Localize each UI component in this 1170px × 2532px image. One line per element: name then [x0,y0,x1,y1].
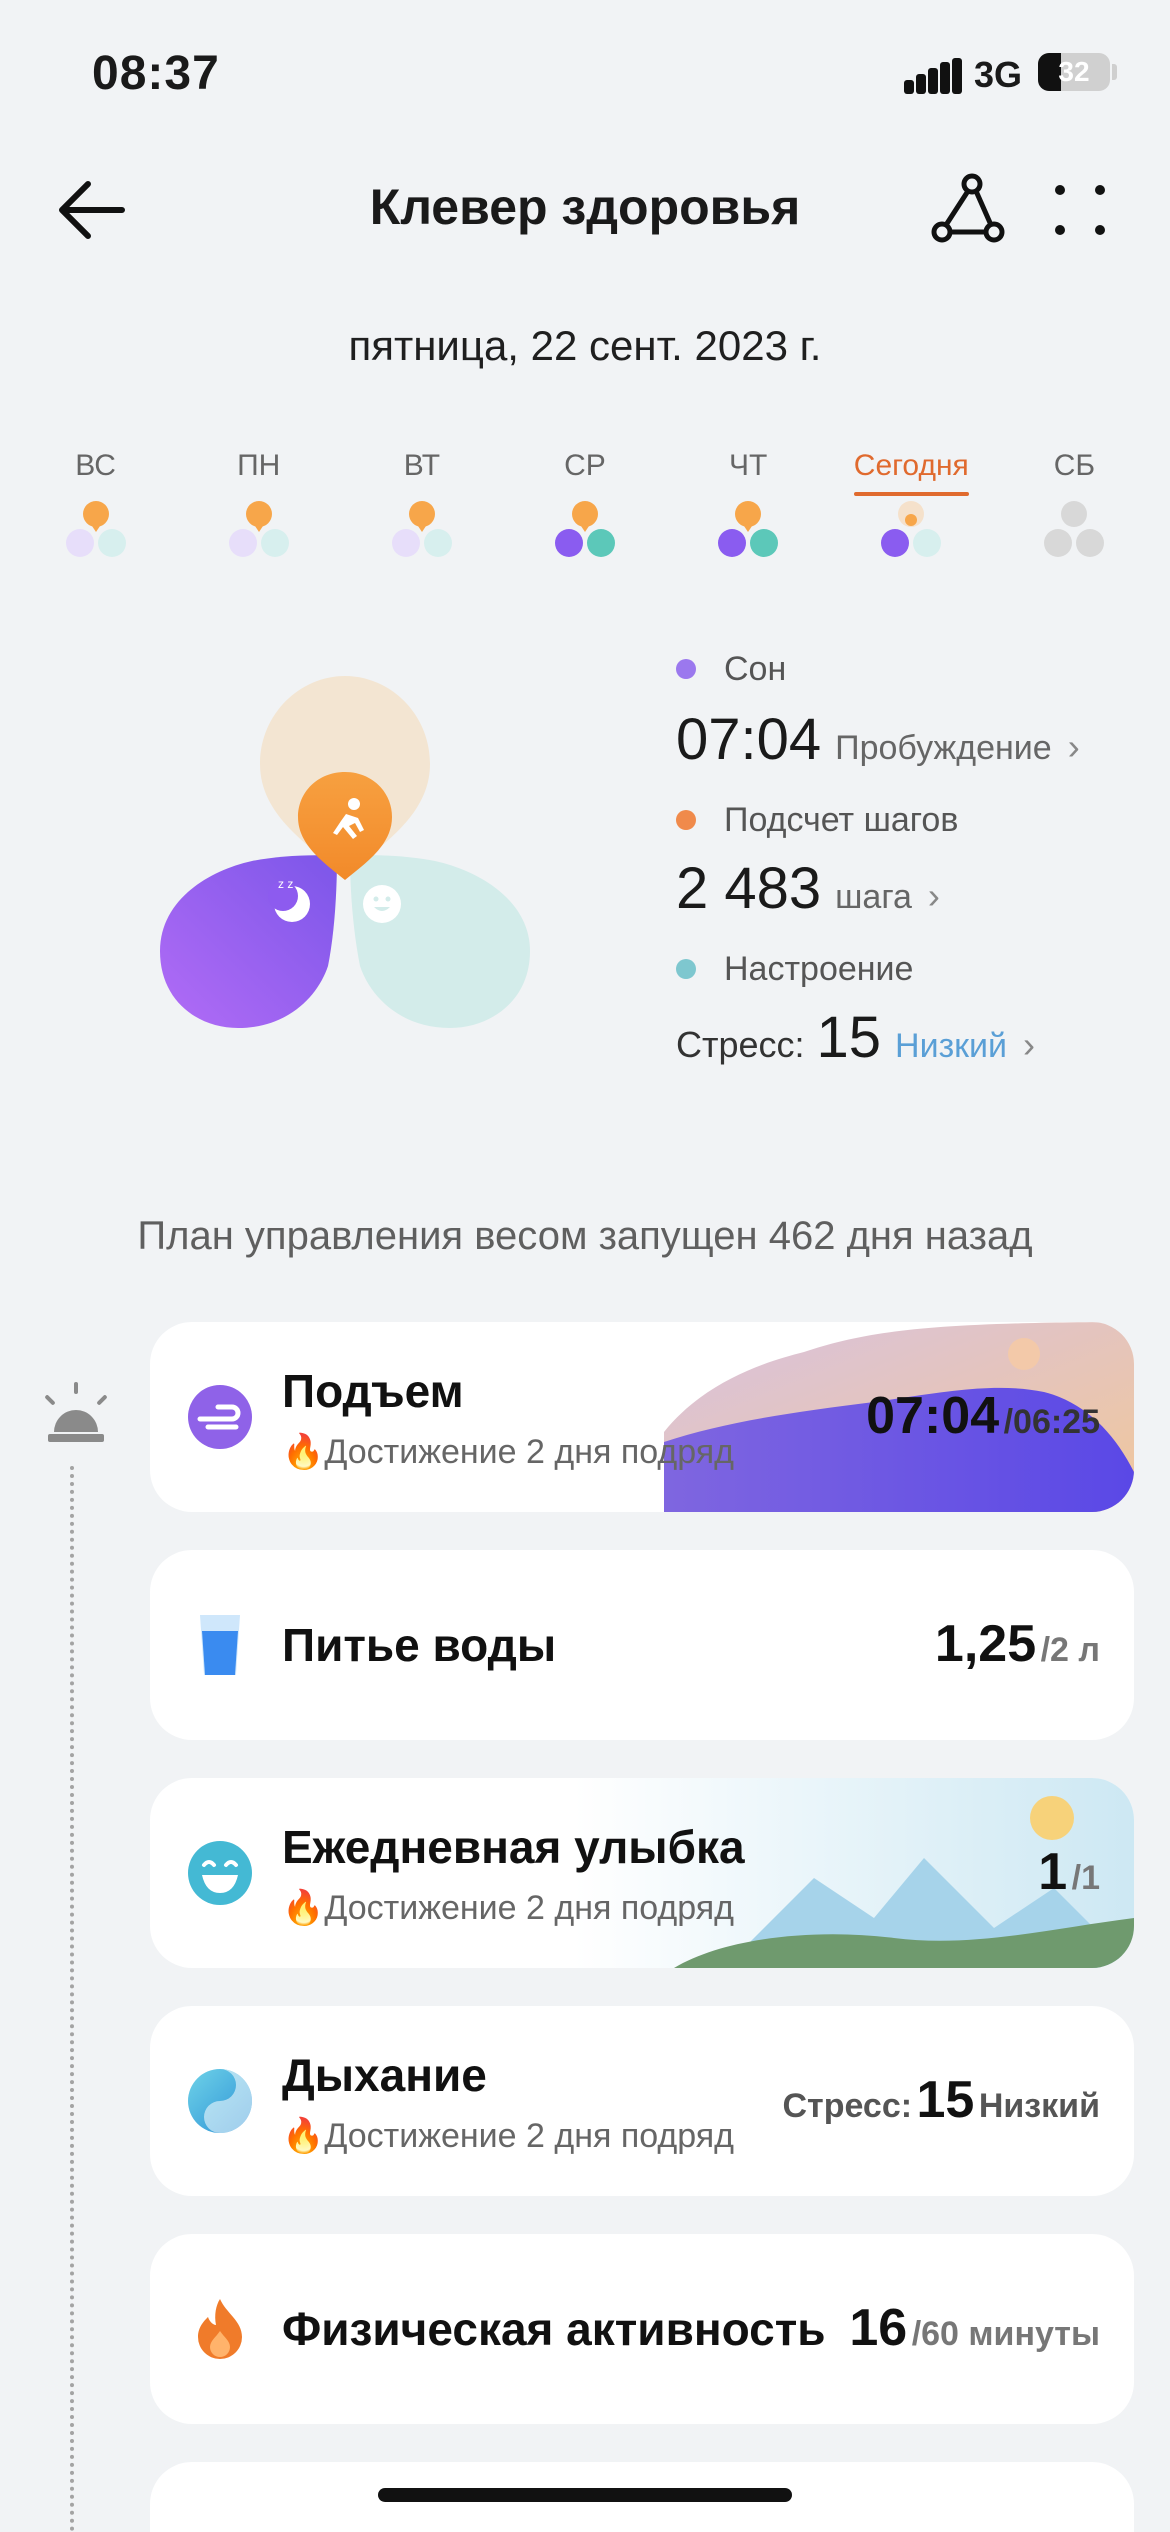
chevron-right-icon: › [927,875,940,916]
plan-info: План управления весом запущен 462 дня на… [137,1214,1033,1258]
mood-metric-header: Настроение [676,944,1146,994]
mini-clover-icon [718,501,779,557]
achievement-text: 🔥Достижение 2 дня подряд [282,1433,735,1471]
stress-value: 15 [816,1005,882,1070]
mood-dot [676,959,696,979]
breathing-icon [188,2069,252,2133]
achievement-text: 🔥Достижение 2 дня подряд [282,2117,735,2155]
smile-face-icon [188,1841,252,1905]
date-label: пятница, 22 сент. 2023 г. [348,322,822,369]
mini-clover-icon [1044,501,1105,557]
mini-clover-icon [554,501,615,557]
status-time: 08:37 [92,47,220,100]
timeline-line [70,1466,74,2532]
water-card[interactable]: Питье воды 1,25 /2 л [150,1550,1134,1740]
card-value: 16 /60 минуты [849,2299,1100,2357]
steps-label: Подсчет шагов [724,800,959,839]
mini-clover-icon [65,501,126,557]
achievement-text: 🔥Достижение 2 дня подряд [282,1889,735,1927]
card-title: Ежедневная улыбка [282,1821,745,1873]
battery-icon: 32 [1038,53,1110,91]
sleep-value: 07:04 [676,707,822,772]
steps-sub: шага [835,878,912,916]
mini-clover-icon [391,501,452,557]
fire-icon: 🔥 [282,1889,325,1927]
sleep-dot [676,659,696,679]
day-thu[interactable]: ЧТ [667,442,830,592]
steps-dot [676,810,696,830]
sleep-metric-header: Сон [676,644,1146,694]
svg-text:z z: z z [278,877,293,891]
day-today[interactable]: Сегодня [830,442,993,592]
alarm-icon [40,1380,112,1452]
breathing-card[interactable]: Дыхание 🔥Достижение 2 дня подряд Стресс:… [150,2006,1134,2196]
smile-icon [363,885,401,923]
stress-level: Низкий [895,1027,1008,1065]
signal-icon [904,58,962,94]
wake-up-card[interactable]: Подъем 🔥Достижение 2 дня подряд 07:04 /0… [150,1322,1134,1512]
steps-value: 2 483 [676,856,822,921]
day-mon[interactable]: ПН [177,442,340,592]
sleep-label: Сон [724,649,787,688]
day-label: ВТ [403,449,441,482]
network-type: 3G [974,54,1023,95]
daily-smile-card[interactable]: Ежедневная улыбка 🔥Достижение 2 дня подр… [150,1778,1134,1968]
share-icon[interactable] [928,170,1008,250]
battery-level: 32 [1058,56,1090,87]
week-selector: ВС ПН ВТ СР ЧТ Сегодня СБ [14,442,1156,592]
status-bar: 08:37 3G 32 [0,0,1170,140]
fire-icon: 🔥 [282,2117,325,2155]
chevron-right-icon: › [1067,726,1080,767]
flame-icon [198,2299,242,2359]
card-value: Стресс: 15 Низкий [782,2071,1100,2129]
mood-label: Настроение [724,949,914,988]
day-label: ПН [237,449,281,482]
day-sat: СБ [993,442,1156,592]
day-wed[interactable]: СР [503,442,666,592]
stress-prefix: Стресс: [676,1024,805,1065]
card-value: 07:04 /06:25 [866,1387,1100,1445]
sleep-sub: Пробуждение [835,729,1052,767]
health-clover-chart[interactable]: z z [150,676,540,1036]
water-glass-icon [200,1615,240,1675]
card-title: Подъем [282,1365,464,1417]
fire-icon: 🔥 [282,1433,325,1471]
day-label: СР [564,449,606,482]
home-indicator [378,2488,792,2502]
chevron-right-icon: › [1023,1024,1036,1065]
mood-metric[interactable]: Стресс: 15 Низкий › [676,1004,1146,1071]
sleep-metric[interactable]: 07:04 Пробуждение › [676,706,1146,773]
day-label: ВС [75,449,116,482]
card-title: Физическая активность [282,2303,826,2355]
steps-metric[interactable]: 2 483 шага › [676,855,1146,922]
day-sun[interactable]: ВС [14,442,177,592]
mini-clover-icon [228,501,289,557]
day-label: Сегодня [853,442,969,498]
card-value: 1,25 /2 л [934,1615,1100,1673]
card-value: 1 /1 [1038,1843,1100,1901]
more-icon[interactable] [1040,170,1120,250]
day-label: ЧТ [728,449,768,482]
steps-metric-header: Подсчет шагов [676,795,1146,845]
clover-metrics: Сон 07:04 Пробуждение › Подсчет шагов 2 … [676,644,1146,1071]
battery-tip [1112,64,1117,80]
mini-clover-icon [881,501,942,557]
activity-card[interactable]: Физическая активность 16 /60 минуты [150,2234,1134,2424]
day-tue[interactable]: ВТ [340,442,503,592]
wake-up-icon [188,1385,252,1449]
card-title: Питье воды [282,1619,557,1671]
card-title: Дыхание [282,2049,487,2101]
day-label: СБ [1053,449,1096,482]
